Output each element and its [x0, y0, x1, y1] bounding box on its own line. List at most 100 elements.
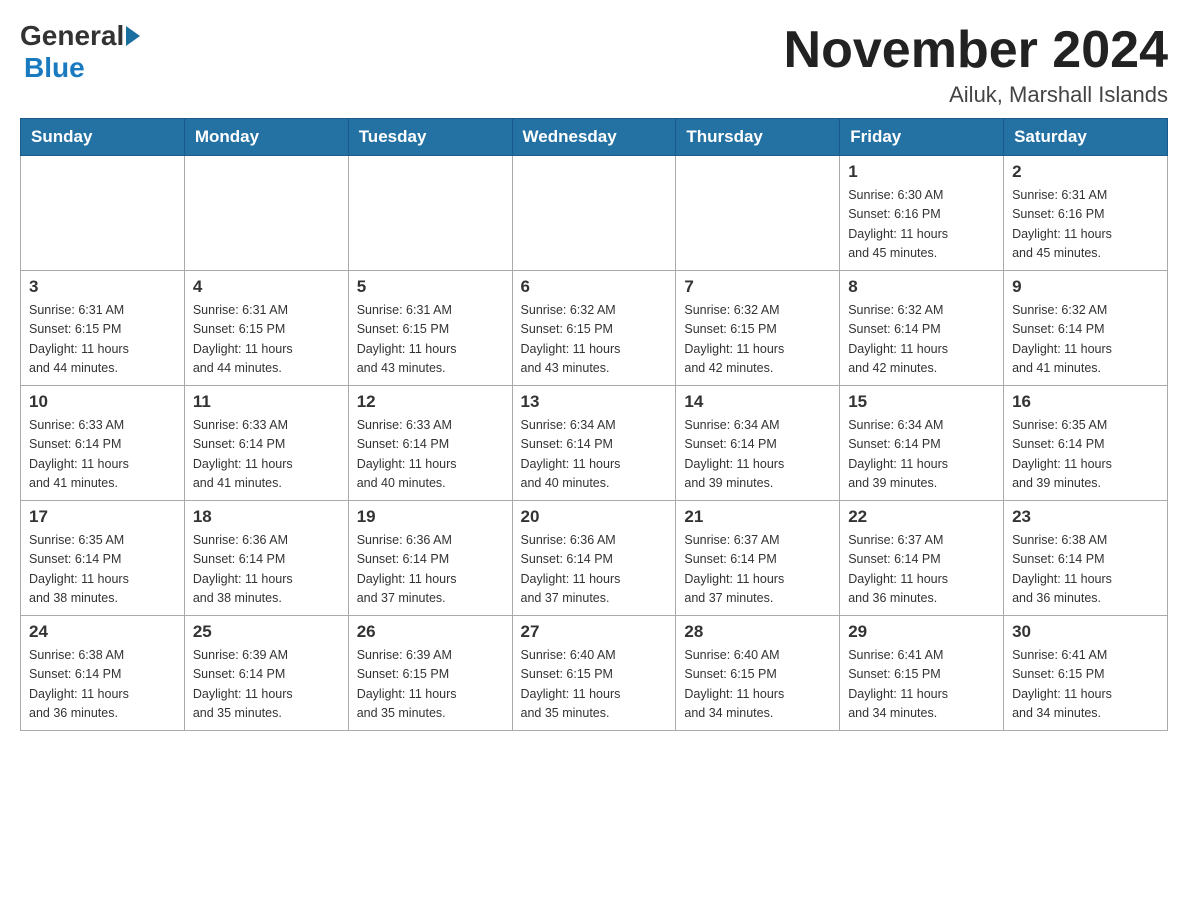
calendar-cell: 22 Sunrise: 6:37 AM Sunset: 6:14 PM Dayli… [840, 501, 1004, 616]
weekday-header-sunday: Sunday [21, 119, 185, 156]
calendar-cell: 9 Sunrise: 6:32 AM Sunset: 6:14 PM Daylig… [1004, 271, 1168, 386]
day-number: 27 [521, 622, 668, 642]
calendar-cell: 23 Sunrise: 6:38 AM Sunset: 6:14 PM Dayli… [1004, 501, 1168, 616]
calendar-cell: 13 Sunrise: 6:34 AM Sunset: 6:14 PM Dayli… [512, 386, 676, 501]
day-info: Sunrise: 6:34 AM Sunset: 6:14 PM Dayligh… [521, 416, 668, 494]
day-info: Sunrise: 6:36 AM Sunset: 6:14 PM Dayligh… [193, 531, 340, 609]
day-number: 30 [1012, 622, 1159, 642]
calendar-cell: 21 Sunrise: 6:37 AM Sunset: 6:14 PM Dayli… [676, 501, 840, 616]
logo: General Blue [20, 20, 142, 84]
day-info: Sunrise: 6:31 AM Sunset: 6:15 PM Dayligh… [193, 301, 340, 379]
day-number: 18 [193, 507, 340, 527]
day-number: 20 [521, 507, 668, 527]
calendar-cell: 19 Sunrise: 6:36 AM Sunset: 6:14 PM Dayli… [348, 501, 512, 616]
calendar-cell: 20Sunrise: 6:36 AM Sunset: 6:14 PM Dayli… [512, 501, 676, 616]
calendar-table: SundayMondayTuesdayWednesdayThursdayFrid… [20, 118, 1168, 731]
weekday-header-row: SundayMondayTuesdayWednesdayThursdayFrid… [21, 119, 1168, 156]
calendar-cell: 18 Sunrise: 6:36 AM Sunset: 6:14 PM Dayli… [184, 501, 348, 616]
day-number: 24 [29, 622, 176, 642]
calendar-cell: 10 Sunrise: 6:33 AM Sunset: 6:14 PM Dayli… [21, 386, 185, 501]
day-number: 26 [357, 622, 504, 642]
calendar-cell [21, 156, 185, 271]
calendar-cell: 16Sunrise: 6:35 AM Sunset: 6:14 PM Dayli… [1004, 386, 1168, 501]
calendar-cell: 4 Sunrise: 6:31 AM Sunset: 6:15 PM Daylig… [184, 271, 348, 386]
day-info: Sunrise: 6:30 AM Sunset: 6:16 PM Dayligh… [848, 186, 995, 264]
day-number: 13 [521, 392, 668, 412]
location-subtitle: Ailuk, Marshall Islands [784, 82, 1168, 108]
day-info: Sunrise: 6:40 AM Sunset: 6:15 PM Dayligh… [521, 646, 668, 724]
day-number: 23 [1012, 507, 1159, 527]
calendar-cell: 2Sunrise: 6:31 AM Sunset: 6:16 PM Daylig… [1004, 156, 1168, 271]
day-info: Sunrise: 6:32 AM Sunset: 6:14 PM Dayligh… [1012, 301, 1159, 379]
day-info: Sunrise: 6:38 AM Sunset: 6:14 PM Dayligh… [29, 646, 176, 724]
calendar-cell: 7Sunrise: 6:32 AM Sunset: 6:15 PM Daylig… [676, 271, 840, 386]
day-info: Sunrise: 6:32 AM Sunset: 6:14 PM Dayligh… [848, 301, 995, 379]
calendar-cell: 24 Sunrise: 6:38 AM Sunset: 6:14 PM Dayli… [21, 616, 185, 731]
calendar-cell: 17 Sunrise: 6:35 AM Sunset: 6:14 PM Dayli… [21, 501, 185, 616]
day-info: Sunrise: 6:31 AM Sunset: 6:16 PM Dayligh… [1012, 186, 1159, 264]
day-info: Sunrise: 6:39 AM Sunset: 6:15 PM Dayligh… [357, 646, 504, 724]
day-info: Sunrise: 6:41 AM Sunset: 6:15 PM Dayligh… [848, 646, 995, 724]
calendar-week-row: 10 Sunrise: 6:33 AM Sunset: 6:14 PM Dayli… [21, 386, 1168, 501]
calendar-cell: 8Sunrise: 6:32 AM Sunset: 6:14 PM Daylig… [840, 271, 1004, 386]
day-number: 19 [357, 507, 504, 527]
weekday-header-wednesday: Wednesday [512, 119, 676, 156]
day-info: Sunrise: 6:40 AM Sunset: 6:15 PM Dayligh… [684, 646, 831, 724]
calendar-week-row: 17 Sunrise: 6:35 AM Sunset: 6:14 PM Dayli… [21, 501, 1168, 616]
logo-arrow-icon [126, 26, 140, 46]
day-info: Sunrise: 6:32 AM Sunset: 6:15 PM Dayligh… [684, 301, 831, 379]
calendar-week-row: 3 Sunrise: 6:31 AM Sunset: 6:15 PM Daylig… [21, 271, 1168, 386]
day-number: 1 [848, 162, 995, 182]
day-info: Sunrise: 6:34 AM Sunset: 6:14 PM Dayligh… [848, 416, 995, 494]
day-info: Sunrise: 6:32 AM Sunset: 6:15 PM Dayligh… [521, 301, 668, 379]
day-number: 12 [357, 392, 504, 412]
day-info: Sunrise: 6:31 AM Sunset: 6:15 PM Dayligh… [29, 301, 176, 379]
day-number: 16 [1012, 392, 1159, 412]
calendar-cell: 28 Sunrise: 6:40 AM Sunset: 6:15 PM Dayli… [676, 616, 840, 731]
calendar-cell: 26 Sunrise: 6:39 AM Sunset: 6:15 PM Dayli… [348, 616, 512, 731]
day-info: Sunrise: 6:31 AM Sunset: 6:15 PM Dayligh… [357, 301, 504, 379]
day-number: 17 [29, 507, 176, 527]
day-number: 15 [848, 392, 995, 412]
day-info: Sunrise: 6:35 AM Sunset: 6:14 PM Dayligh… [29, 531, 176, 609]
day-info: Sunrise: 6:37 AM Sunset: 6:14 PM Dayligh… [684, 531, 831, 609]
day-number: 6 [521, 277, 668, 297]
day-number: 9 [1012, 277, 1159, 297]
calendar-cell: 3 Sunrise: 6:31 AM Sunset: 6:15 PM Daylig… [21, 271, 185, 386]
day-info: Sunrise: 6:33 AM Sunset: 6:14 PM Dayligh… [357, 416, 504, 494]
day-number: 25 [193, 622, 340, 642]
calendar-cell: 12 Sunrise: 6:33 AM Sunset: 6:14 PM Dayli… [348, 386, 512, 501]
day-info: Sunrise: 6:38 AM Sunset: 6:14 PM Dayligh… [1012, 531, 1159, 609]
day-number: 28 [684, 622, 831, 642]
calendar-cell: 11 Sunrise: 6:33 AM Sunset: 6:14 PM Dayli… [184, 386, 348, 501]
day-number: 5 [357, 277, 504, 297]
day-info: Sunrise: 6:33 AM Sunset: 6:14 PM Dayligh… [29, 416, 176, 494]
calendar-cell [676, 156, 840, 271]
month-title: November 2024 [784, 20, 1168, 80]
title-section: November 2024 Ailuk, Marshall Islands [784, 20, 1168, 108]
calendar-cell: 1 Sunrise: 6:30 AM Sunset: 6:16 PM Daylig… [840, 156, 1004, 271]
page-header: General Blue November 2024 Ailuk, Marsha… [20, 20, 1168, 108]
calendar-cell: 15 Sunrise: 6:34 AM Sunset: 6:14 PM Dayli… [840, 386, 1004, 501]
weekday-header-monday: Monday [184, 119, 348, 156]
logo-general-text: General [20, 20, 124, 52]
calendar-cell: 27 Sunrise: 6:40 AM Sunset: 6:15 PM Dayli… [512, 616, 676, 731]
day-info: Sunrise: 6:34 AM Sunset: 6:14 PM Dayligh… [684, 416, 831, 494]
day-info: Sunrise: 6:33 AM Sunset: 6:14 PM Dayligh… [193, 416, 340, 494]
calendar-week-row: 24 Sunrise: 6:38 AM Sunset: 6:14 PM Dayli… [21, 616, 1168, 731]
day-number: 22 [848, 507, 995, 527]
calendar-cell: 5 Sunrise: 6:31 AM Sunset: 6:15 PM Daylig… [348, 271, 512, 386]
day-info: Sunrise: 6:41 AM Sunset: 6:15 PM Dayligh… [1012, 646, 1159, 724]
day-number: 3 [29, 277, 176, 297]
day-number: 4 [193, 277, 340, 297]
weekday-header-tuesday: Tuesday [348, 119, 512, 156]
calendar-cell [348, 156, 512, 271]
day-number: 10 [29, 392, 176, 412]
calendar-cell: 30 Sunrise: 6:41 AM Sunset: 6:15 PM Dayli… [1004, 616, 1168, 731]
day-info: Sunrise: 6:36 AM Sunset: 6:14 PM Dayligh… [357, 531, 504, 609]
day-number: 21 [684, 507, 831, 527]
day-number: 11 [193, 392, 340, 412]
calendar-cell [512, 156, 676, 271]
calendar-cell: 25Sunrise: 6:39 AM Sunset: 6:14 PM Dayli… [184, 616, 348, 731]
day-info: Sunrise: 6:37 AM Sunset: 6:14 PM Dayligh… [848, 531, 995, 609]
